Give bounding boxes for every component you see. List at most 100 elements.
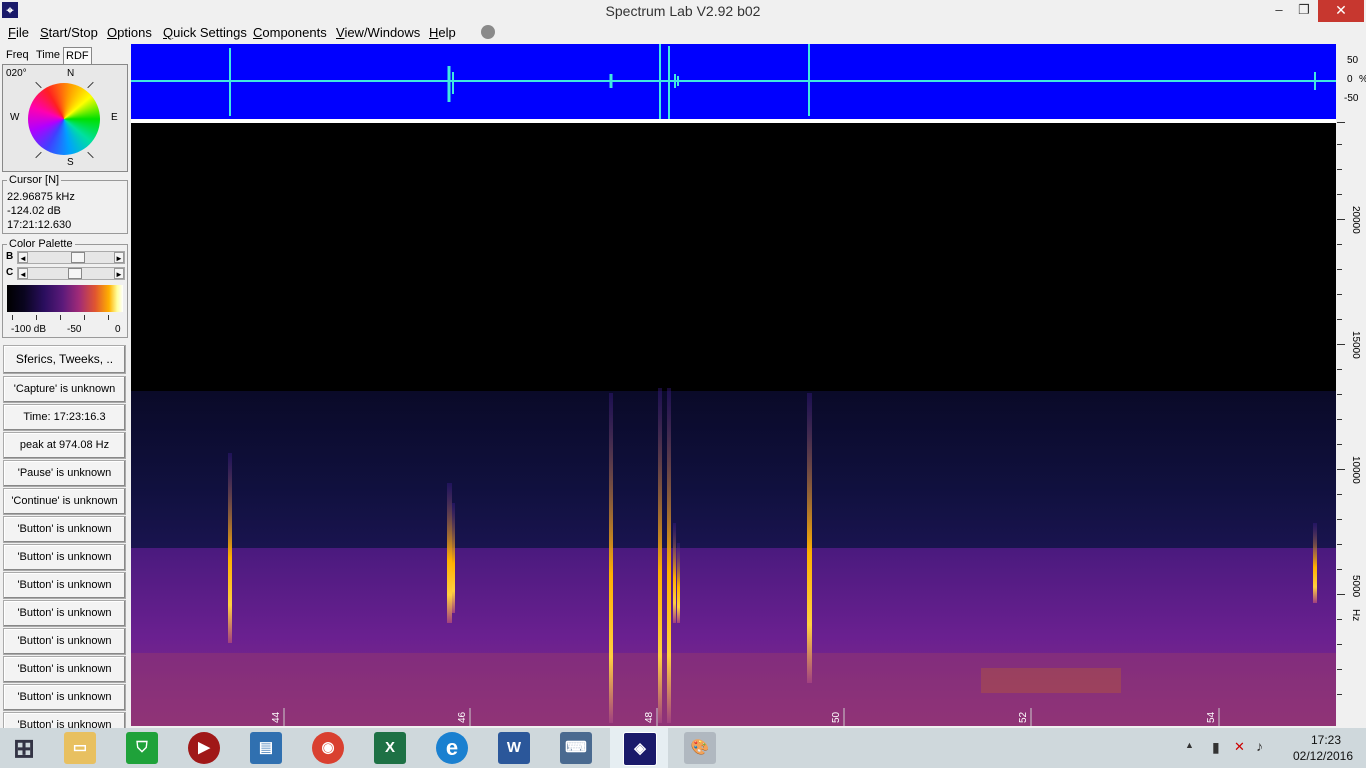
spectrogram-display[interactable]: 44 46 48 50 52 54	[131, 123, 1336, 726]
cursor-level: -124.02 dB	[7, 205, 61, 217]
clock-date[interactable]: 02/12/2016	[1286, 749, 1360, 763]
contrast-slider[interactable]: ◄ ►	[17, 267, 125, 280]
network-status-icon[interactable]: ✕	[1234, 739, 1245, 755]
show-hidden-icons-icon[interactable]: ▲	[1185, 740, 1194, 750]
compass-south-label: S	[67, 157, 74, 168]
menu-start-stop[interactable]: Start/Stop	[40, 25, 98, 40]
palette-tick	[108, 315, 109, 320]
menu-file[interactable]: File	[8, 25, 29, 40]
menu-options[interactable]: Options	[107, 25, 152, 40]
scale-tick	[1337, 494, 1342, 495]
remote-desktop-icon[interactable]: ▤	[250, 732, 282, 764]
internet-explorer-icon[interactable]: e	[436, 732, 468, 764]
continue-button[interactable]: 'Continue' is unknown	[3, 488, 126, 515]
slider-left-arrow-icon[interactable]: ◄	[18, 252, 28, 263]
scale-tick	[1337, 419, 1342, 420]
cursor-frequency: 22.96875 kHz	[7, 191, 75, 203]
scale-tick	[1337, 594, 1345, 595]
excel-icon[interactable]: X	[374, 732, 406, 764]
user-button[interactable]: 'Button' is unknown	[3, 656, 126, 683]
window-title: Spectrum Lab V2.92 b02	[605, 3, 761, 19]
menu-help[interactable]: Help	[429, 25, 456, 40]
scale-tick	[1337, 544, 1342, 545]
compass-tick	[35, 151, 42, 159]
user-button[interactable]: 'Button' is unknown	[3, 572, 126, 599]
title-bar: ⌖ Spectrum Lab V2.92 b02 – ❐ ✕	[0, 0, 1366, 22]
clock-time[interactable]: 17:23	[1296, 733, 1356, 747]
scale-tick	[1337, 294, 1342, 295]
user-button[interactable]: 'Button' is unknown	[3, 544, 126, 571]
capture-button[interactable]: 'Capture' is unknown	[3, 376, 126, 403]
menu-bar: File Start/Stop Options Quick Settings C…	[0, 22, 1366, 43]
contrast-slider-thumb[interactable]	[67, 268, 82, 279]
brightness-slider-thumb[interactable]	[71, 252, 86, 263]
tab-rdf[interactable]: RDF	[63, 47, 92, 65]
sferics-button[interactable]: Sferics, Tweeks, ..	[3, 345, 126, 374]
palette-min-label: -100 dB	[11, 324, 47, 335]
cursor-time: 17:21:12.630	[7, 219, 72, 231]
contrast-label: C	[6, 267, 14, 278]
compass-north-label: N	[67, 68, 75, 79]
palette-max-label: 0	[115, 324, 121, 335]
stop-indicator-icon[interactable]	[481, 25, 495, 39]
store-icon[interactable]: ⛉	[126, 732, 158, 764]
scale-tick	[1337, 169, 1342, 170]
rdf-compass-panel: 020° N E S W	[2, 64, 128, 172]
peak-button[interactable]: peak at 974.08 Hz	[3, 432, 126, 459]
paint-icon[interactable]: 🎨	[684, 732, 716, 764]
taskbar: ⊞ ▭ ⛉ ▶ ▤ ◉ X e W ⌨ ◈ 🎨 ▲ ▮ ✕ ♪ 17:23 02…	[0, 728, 1366, 768]
time-label: 44	[271, 711, 282, 723]
scale-tick	[1337, 219, 1345, 220]
color-palette-group: Color Palette B ◄ ► C ◄ ► -100 dB -50 0	[2, 238, 128, 338]
spectrogram-canvas: 44 46 48 50 52 54	[131, 388, 1336, 726]
scale-tick	[1337, 144, 1342, 145]
menu-quick-settings[interactable]: Quick Settings	[163, 25, 247, 40]
scale-tick	[1337, 394, 1342, 395]
slider-right-arrow-icon[interactable]: ►	[114, 268, 124, 279]
user-button[interactable]: 'Button' is unknown	[3, 600, 126, 627]
time-button[interactable]: Time: 17:23:16.3	[3, 404, 126, 431]
palette-tick	[36, 315, 37, 320]
brightness-label: B	[6, 251, 14, 262]
user-button[interactable]: 'Button' is unknown	[3, 516, 126, 543]
scale-tick	[1337, 469, 1345, 470]
waveform-label: 50	[1347, 55, 1359, 66]
battery-icon[interactable]: ▮	[1212, 739, 1220, 756]
spectrum-lab-taskbar-icon[interactable]: ◈	[623, 732, 657, 766]
slider-left-arrow-icon[interactable]: ◄	[18, 268, 28, 279]
scale-tick	[1337, 694, 1342, 695]
chrome-icon[interactable]: ◉	[312, 732, 344, 764]
volume-icon[interactable]: ♪	[1256, 738, 1263, 754]
user-button[interactable]: 'Button' is unknown	[3, 628, 126, 655]
waveform-display[interactable]	[131, 44, 1336, 119]
rdf-color-wheel[interactable]	[28, 83, 100, 155]
palette-tick	[12, 315, 13, 320]
frequency-unit: Hz	[1350, 609, 1361, 622]
start-icon[interactable]: ⊞	[8, 732, 40, 764]
network-icon[interactable]: ⌨	[560, 732, 592, 764]
file-explorer-icon[interactable]: ▭	[64, 732, 96, 764]
close-button[interactable]: ✕	[1318, 0, 1364, 22]
palette-tick	[84, 315, 85, 320]
menu-view-windows[interactable]: View/Windows	[336, 25, 420, 40]
scale-tick	[1337, 319, 1342, 320]
scale-tick	[1337, 344, 1345, 345]
word-icon[interactable]: W	[498, 732, 530, 764]
user-button[interactable]: 'Button' is unknown	[3, 684, 126, 711]
color-palette-bar[interactable]	[7, 285, 123, 312]
tab-freq[interactable]: Freq	[4, 47, 31, 63]
frequency-label: 20000	[1350, 206, 1361, 234]
brightness-slider[interactable]: ◄ ►	[17, 251, 125, 264]
scale-tick	[1337, 519, 1342, 520]
spectrum-lab-icon[interactable]: ⌖	[2, 2, 18, 18]
slider-right-arrow-icon[interactable]: ►	[114, 252, 124, 263]
menu-components[interactable]: Components	[253, 25, 327, 40]
palette-tick	[60, 315, 61, 320]
scale-tick	[1337, 194, 1342, 195]
pause-button[interactable]: 'Pause' is unknown	[3, 460, 126, 487]
media-player-icon[interactable]: ▶	[188, 732, 220, 764]
tab-time[interactable]: Time	[34, 47, 62, 63]
waveform-trace	[131, 44, 1336, 119]
user-button[interactable]: 'Button' is unknown	[3, 712, 126, 728]
maximize-button[interactable]: ❐	[1290, 0, 1318, 22]
